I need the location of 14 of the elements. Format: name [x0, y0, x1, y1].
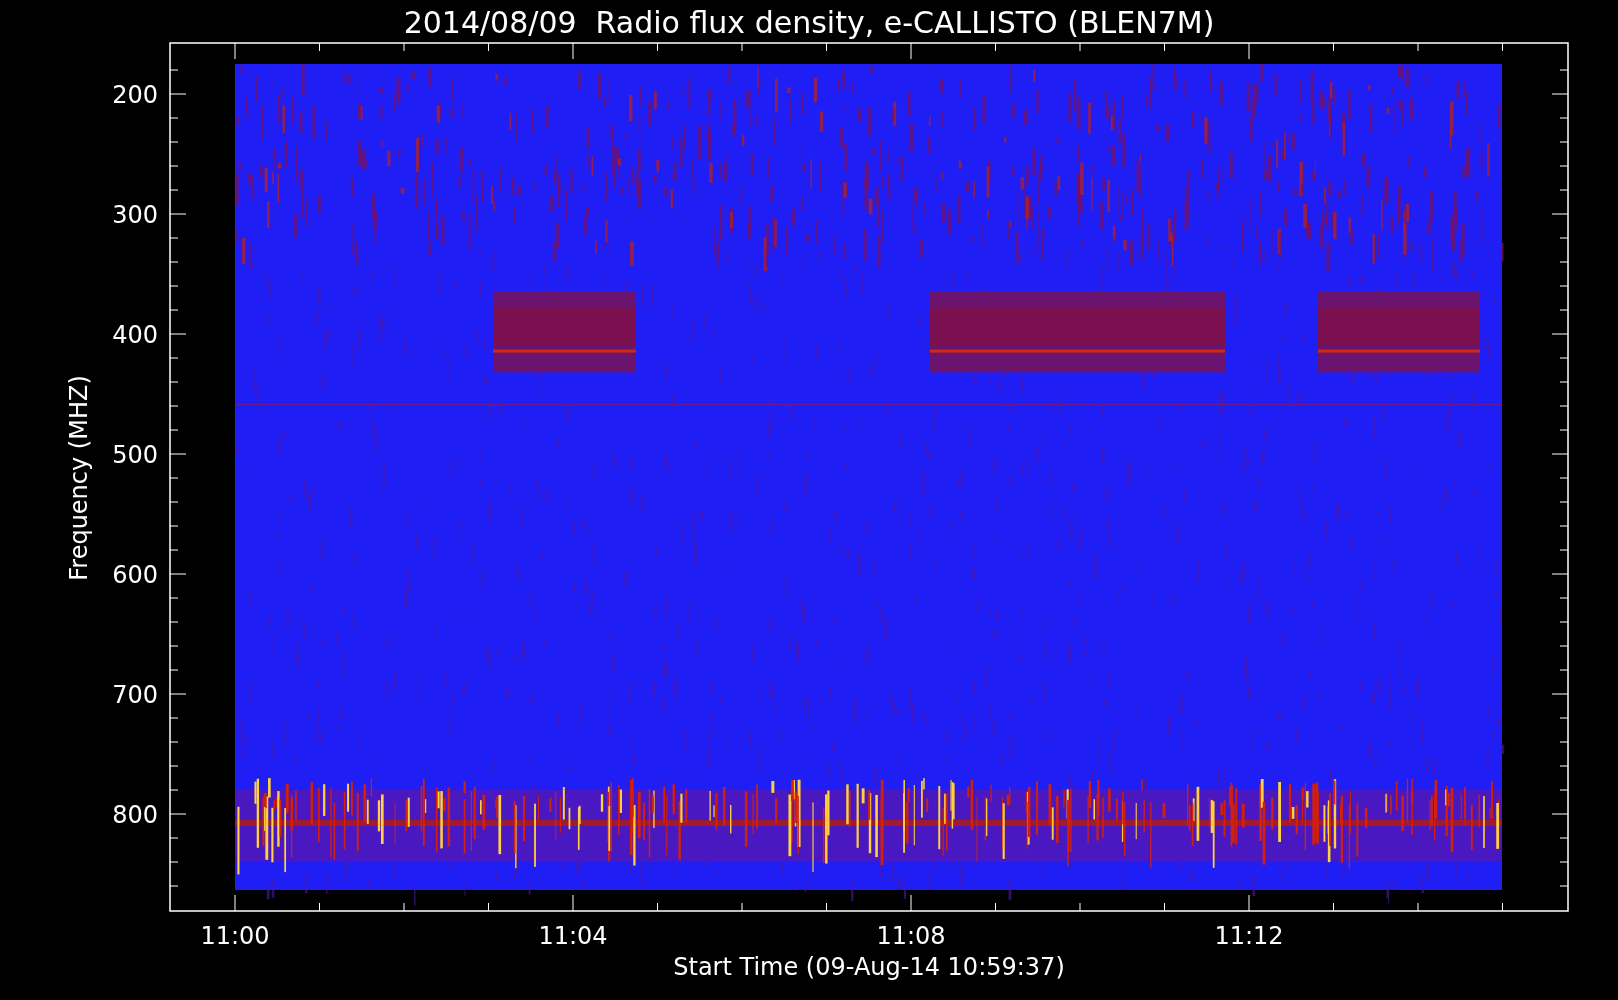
- y-tick-label: 300: [112, 201, 158, 229]
- x-tick-label: 11:12: [1214, 922, 1284, 950]
- x-axis-title: Start Time (09-Aug-14 10:59:37): [673, 953, 1065, 981]
- y-axis-title: Frequency (MHZ): [65, 375, 93, 581]
- x-tick-label: 11:08: [876, 922, 946, 950]
- y-tick-label: 800: [112, 801, 158, 829]
- y-tick-label: 200: [112, 81, 158, 109]
- x-tick-label: 11:04: [538, 922, 608, 950]
- chart-title: 2014/08/09 Radio flux density, e-CALLISTO (BLEN7M): [403, 5, 1215, 40]
- y-tick-label: 400: [112, 321, 158, 349]
- y-tick-label: 700: [112, 681, 158, 709]
- x-tick-label: 11:00: [200, 922, 270, 950]
- y-tick-label: 600: [112, 561, 158, 589]
- y-tick-label: 500: [112, 441, 158, 469]
